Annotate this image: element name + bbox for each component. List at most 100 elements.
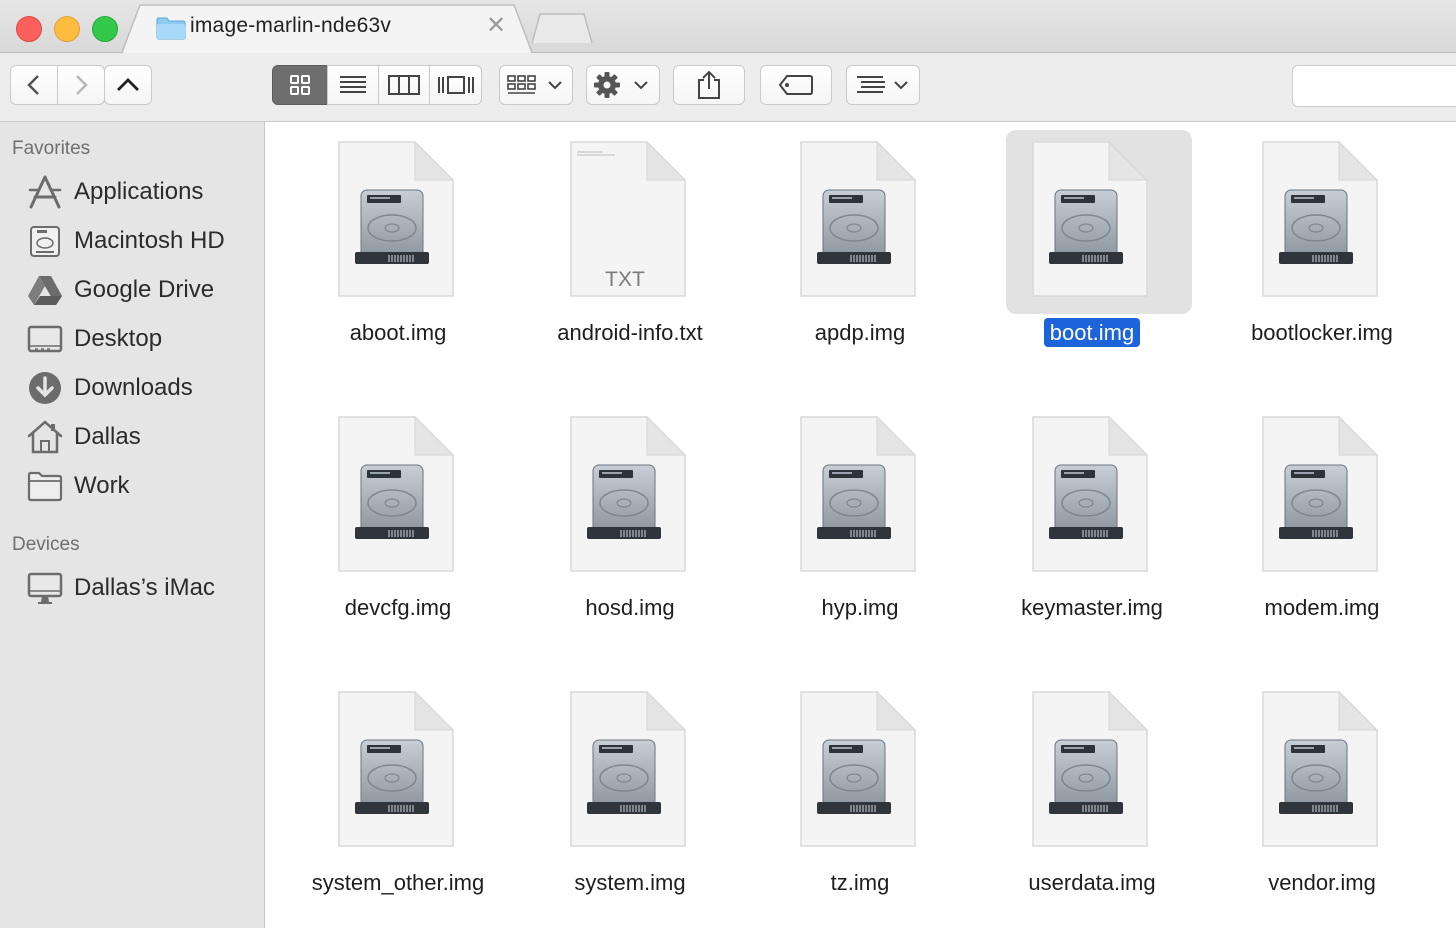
disk-image-icon (800, 140, 917, 297)
file-item[interactable]: boot.img (977, 130, 1207, 400)
file-name-text: bootlocker.img (1251, 320, 1393, 345)
sidebar-item-label: Dallas’s iMac (74, 574, 215, 601)
file-item[interactable]: vendor.img (1207, 690, 1437, 950)
file-name-text: android-info.txt (557, 320, 703, 345)
tags-button[interactable] (760, 65, 832, 105)
hard-drive-icon (30, 226, 60, 257)
file-item[interactable]: bootlocker.img (1207, 140, 1437, 400)
disk-image-icon (338, 415, 455, 572)
coverflow-icon (437, 76, 474, 94)
file-item[interactable]: apdp.img (745, 140, 975, 400)
disk-image-icon (1032, 690, 1149, 847)
disk-image-icon (1032, 415, 1149, 572)
gallery-view-button[interactable] (429, 65, 482, 105)
sidebar-item-desktop[interactable]: Desktop (0, 317, 264, 361)
sidebar-item-google-drive[interactable]: Google Drive (0, 268, 264, 312)
file-name-text: system.img (574, 870, 686, 895)
file-item[interactable]: aboot.img (283, 140, 513, 400)
sidebar-item-work[interactable]: Work (0, 464, 264, 508)
file-name-label: vendor.img (1207, 870, 1437, 896)
file-name-label: boot.img (977, 318, 1207, 347)
chevron-left-icon (27, 75, 39, 95)
grid-icon (290, 75, 310, 95)
sidebar-item-label: Google Drive (74, 276, 215, 303)
sidebar-item-label: Macintosh HD (74, 227, 225, 254)
file-item[interactable]: TXT android-info.txt (515, 140, 745, 400)
icon-view-button[interactable] (272, 65, 328, 105)
file-name-text: modem.img (1264, 595, 1380, 620)
new-tab-button[interactable] (530, 12, 594, 44)
devices-header: Devices (12, 534, 80, 555)
sidebar-item-downloads[interactable]: Downloads (0, 366, 264, 410)
file-name-label: apdp.img (745, 320, 975, 346)
disk-image-icon (338, 690, 455, 847)
action-menu-button[interactable] (586, 65, 660, 105)
disk-image-icon (570, 690, 687, 847)
tab-title: image-marlin-nde63v (190, 14, 392, 37)
column-view-button[interactable] (378, 65, 430, 105)
file-name-text: userdata.img (1028, 870, 1156, 895)
sidebar-item-label: Work (74, 472, 130, 499)
minimize-window-button[interactable] (54, 16, 80, 42)
sidebar-item-label: Applications (74, 178, 204, 205)
disk-image-icon (1032, 140, 1149, 297)
sidebar-item-dallas[interactable]: Dallas (0, 415, 264, 459)
back-button[interactable] (10, 65, 58, 105)
title-bar: image-marlin-nde63v ✕ (0, 0, 1456, 56)
share-icon (698, 70, 720, 99)
file-name-label: devcfg.img (283, 595, 513, 621)
close-window-button[interactable] (16, 16, 42, 42)
forward-button[interactable] (57, 65, 105, 105)
enclosing-folder-button[interactable] (104, 65, 152, 105)
file-name-text: system_other.img (311, 870, 485, 895)
sidebar-item-label: Dallas (74, 423, 141, 450)
file-name-label: userdata.img (977, 870, 1207, 896)
toolbar (0, 53, 1456, 122)
tab-close-icon[interactable]: ✕ (486, 12, 506, 40)
file-item[interactable]: hyp.img (745, 415, 975, 675)
google-drive-icon (28, 276, 62, 305)
file-name-label: system.img (515, 870, 745, 896)
folder-icon (27, 471, 63, 502)
list-view-button[interactable] (327, 65, 379, 105)
gear-icon (594, 72, 648, 98)
disk-image-icon (1262, 415, 1379, 572)
search-input[interactable] (1292, 65, 1456, 107)
file-item[interactable]: system.img (515, 690, 745, 950)
file-item[interactable]: tz.img (745, 690, 975, 950)
desktop-icon (27, 325, 63, 353)
file-name-text: hyp.img (821, 595, 899, 620)
disk-image-icon (338, 140, 455, 297)
file-item[interactable]: hosd.img (515, 415, 745, 675)
sidebar-item-dallas-imac[interactable]: Dallas’s iMac (0, 566, 264, 610)
file-item[interactable]: modem.img (1207, 415, 1437, 675)
disk-image-icon (570, 415, 687, 572)
favorites-header: Favorites (12, 138, 91, 159)
file-item[interactable]: userdata.img (977, 690, 1207, 950)
arrange-button[interactable] (499, 65, 573, 105)
disk-image-icon (1262, 690, 1379, 847)
file-name-label: android-info.txt (515, 320, 745, 346)
view-options-button[interactable] (846, 65, 920, 105)
sidebar-item-macintosh-hd[interactable]: Macintosh HD (0, 219, 264, 263)
chevron-right-icon (76, 75, 88, 95)
file-name-label: aboot.img (283, 320, 513, 346)
selected-file-name: boot.img (1043, 318, 1141, 347)
zoom-window-button[interactable] (92, 16, 118, 42)
file-name-text: apdp.img (814, 320, 906, 345)
imac-icon (27, 572, 63, 604)
file-name-label: modem.img (1207, 595, 1437, 621)
share-button[interactable] (673, 65, 745, 105)
file-name-text: aboot.img (349, 320, 447, 345)
file-item[interactable]: devcfg.img (283, 415, 513, 675)
file-item[interactable]: keymaster.img (977, 415, 1207, 675)
file-name-label: keymaster.img (977, 595, 1207, 621)
file-item[interactable]: system_other.img (283, 690, 513, 950)
file-name-label: system_other.img (283, 870, 513, 896)
sidebar-item-applications[interactable]: Applications (0, 170, 264, 214)
columns-icon (388, 75, 420, 95)
folder-icon (156, 17, 186, 40)
file-name-label: hosd.img (515, 595, 745, 621)
file-name-text: vendor.img (1268, 870, 1376, 895)
sidebar-item-label: Downloads (74, 374, 193, 401)
